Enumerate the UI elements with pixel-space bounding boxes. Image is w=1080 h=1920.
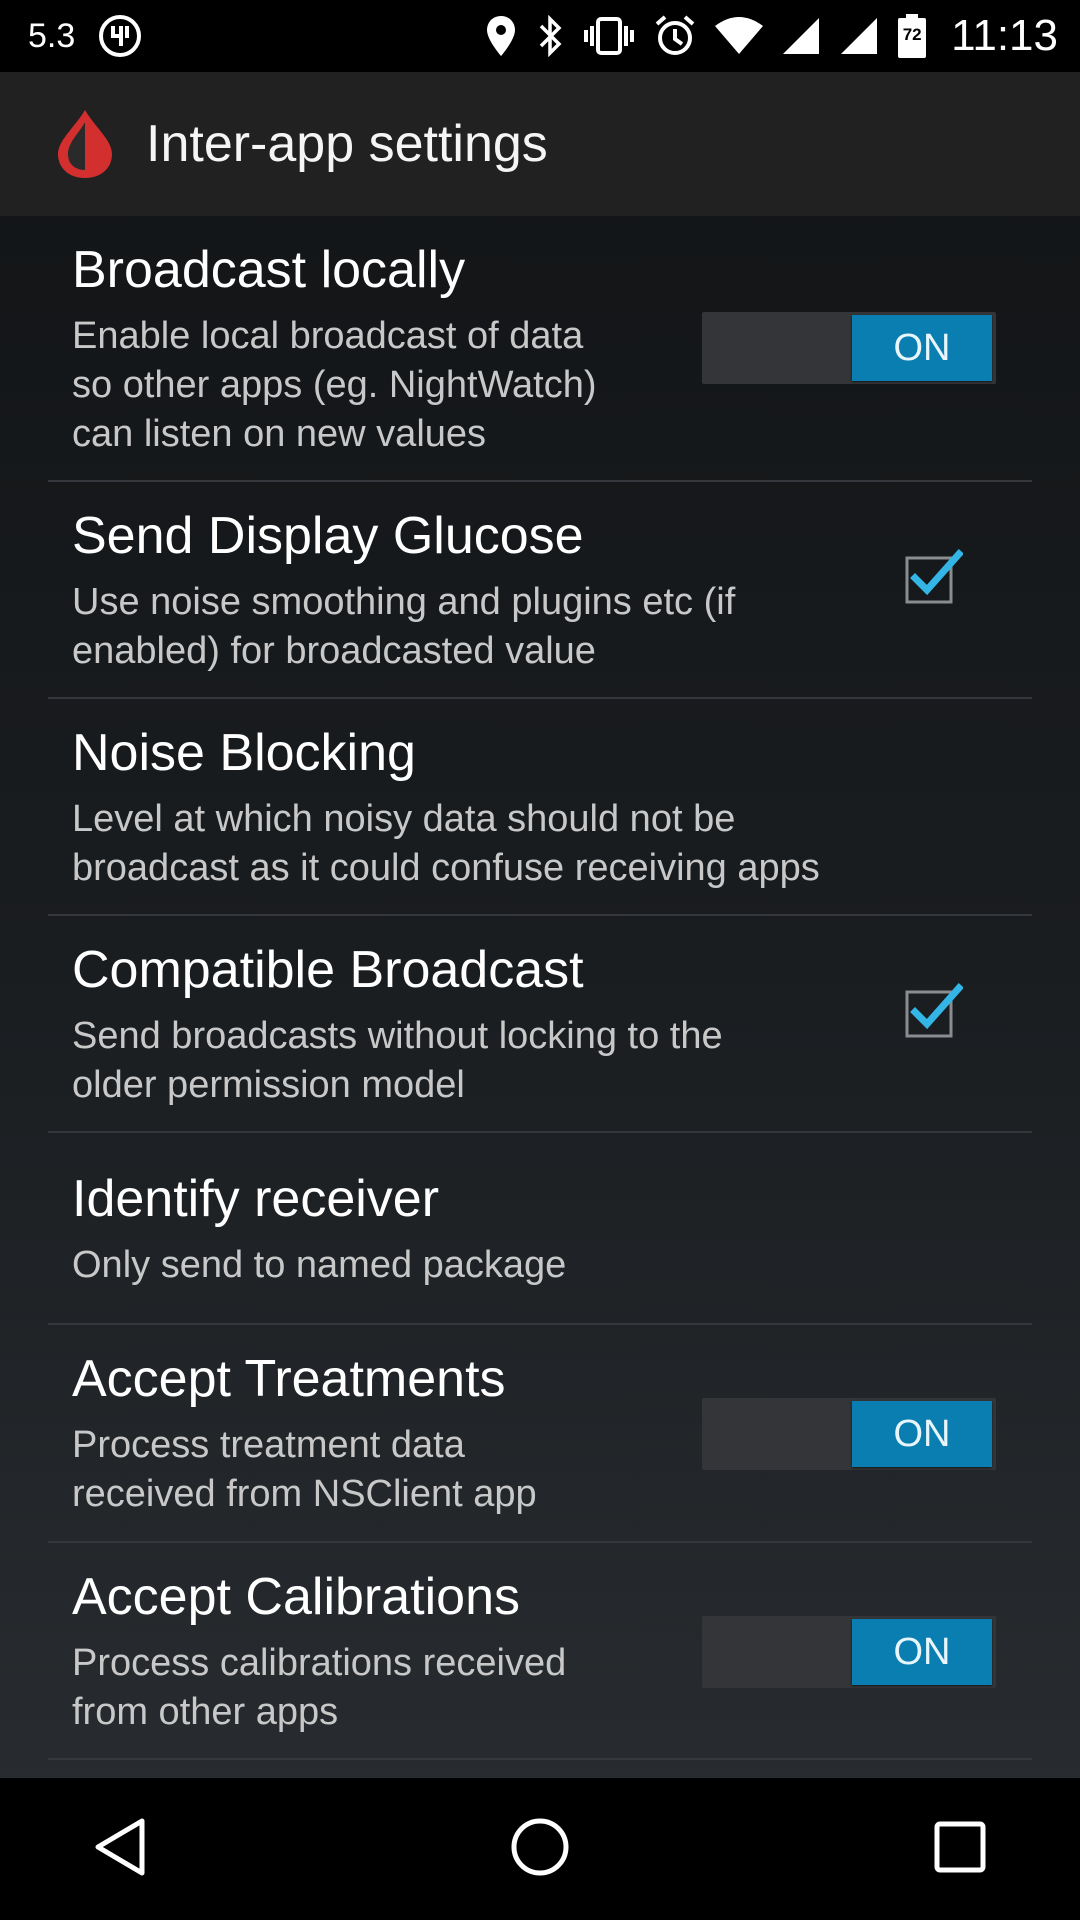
app-notification-icon	[97, 13, 143, 59]
setting-summary: Only send to named package	[72, 1244, 567, 1286]
toggle-state-label: ON	[852, 1619, 992, 1685]
toggle-state-label: ON	[852, 1401, 992, 1467]
setting-identify-receiver[interactable]: Identify receiver Only send to named pac…	[0, 1133, 1080, 1325]
signal-icon	[839, 16, 879, 56]
home-icon	[510, 1817, 570, 1882]
back-icon	[92, 1817, 148, 1882]
back-button[interactable]	[20, 1778, 220, 1920]
home-button[interactable]	[440, 1778, 640, 1920]
setting-summary: Process treatment data received from NSC…	[72, 1424, 537, 1515]
battery-icon: 72	[897, 13, 927, 59]
compatible-broadcast-checkbox[interactable]	[905, 982, 964, 1038]
setting-title: Send Display Glucose	[72, 507, 584, 565]
setting-summary: Process calibrations received from other…	[72, 1642, 567, 1733]
accept-calibrations-toggle[interactable]: ON	[702, 1616, 996, 1688]
setting-title: Accept Treatments	[72, 1350, 506, 1408]
version-text: 5.3	[28, 16, 76, 55]
setting-compatible-broadcast[interactable]: Compatible Broadcast Send broadcasts wit…	[0, 916, 1080, 1133]
recents-icon	[934, 1821, 986, 1878]
settings-list: Broadcast locally Enable local broadcast…	[0, 216, 1080, 1778]
wifi-icon	[715, 16, 764, 56]
setting-noise-blocking[interactable]: Noise Blocking Level at which noisy data…	[0, 699, 1080, 916]
clock: 11:13	[951, 11, 1058, 60]
status-bar: 5.3 72 11:13	[0, 0, 1080, 72]
setting-title: Noise Blocking	[72, 724, 416, 782]
setting-summary: Use noise smoothing and plugins etc (if …	[72, 581, 736, 672]
app-bar: Inter-app settings	[0, 72, 1080, 216]
broadcast-locally-toggle[interactable]: ON	[702, 312, 996, 384]
setting-send-display-glucose[interactable]: Send Display Glucose Use noise smoothing…	[0, 482, 1080, 699]
setting-broadcast-locally[interactable]: Broadcast locally Enable local broadcast…	[0, 216, 1080, 482]
setting-title: Identify receiver	[72, 1170, 440, 1228]
page-title: Inter-app settings	[146, 115, 548, 173]
bluetooth-icon	[535, 14, 565, 58]
toggle-state-label: ON	[852, 315, 992, 381]
location-icon	[485, 14, 517, 58]
divider	[48, 1758, 1032, 1760]
setting-title: Accept Calibrations	[72, 1568, 520, 1626]
battery-level: 72	[902, 25, 922, 44]
setting-summary: Send broadcasts without locking to the o…	[72, 1015, 723, 1106]
vibrate-icon	[583, 14, 635, 58]
alarm-icon	[653, 14, 697, 58]
setting-title: Broadcast locally	[72, 241, 466, 299]
setting-summary: Level at which noisy data should not be …	[72, 798, 820, 889]
accept-treatments-toggle[interactable]: ON	[702, 1398, 996, 1470]
recents-button[interactable]	[860, 1778, 1060, 1920]
signal-icon	[781, 16, 821, 56]
blood-drop-logo-icon[interactable]	[54, 108, 116, 180]
setting-summary: Enable local broadcast of data so other …	[72, 315, 597, 455]
setting-title: Compatible Broadcast	[72, 941, 584, 999]
setting-accept-calibrations[interactable]: Accept Calibrations Process calibrations…	[0, 1543, 1080, 1760]
setting-accept-treatments[interactable]: Accept Treatments Process treatment data…	[0, 1325, 1080, 1543]
navigation-bar	[0, 1778, 1080, 1920]
send-display-glucose-checkbox[interactable]	[905, 548, 964, 604]
